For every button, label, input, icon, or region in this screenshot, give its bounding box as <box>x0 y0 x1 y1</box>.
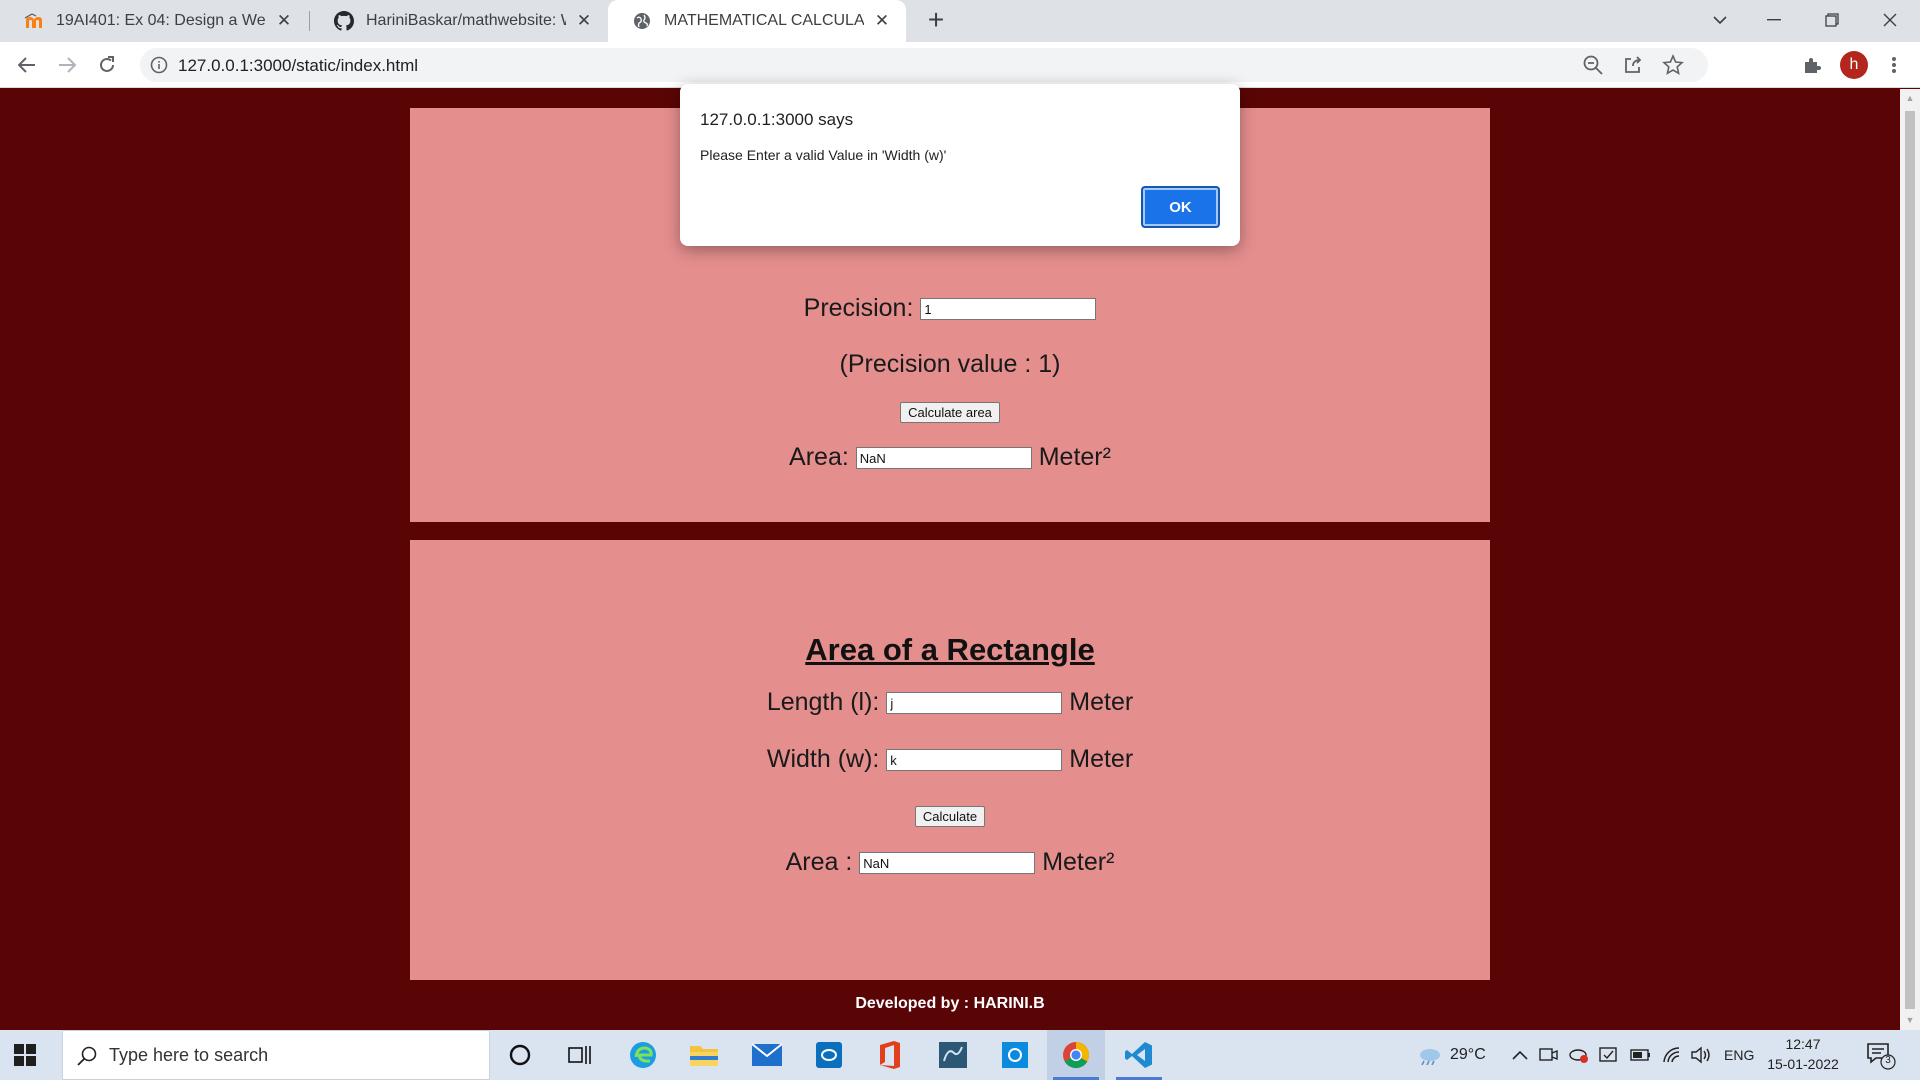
search-placeholder: Type here to search <box>109 1045 269 1065</box>
rect-area-label: Area : <box>785 848 853 876</box>
weather-widget[interactable]: 29°C <box>1416 1030 1486 1080</box>
rect-area-output[interactable]: NaN <box>859 852 1036 875</box>
taskbar-clock[interactable]: 12:47 15-01-2022 <box>1756 1034 1850 1074</box>
rect-area-unit: Meter² <box>1042 848 1115 876</box>
profile-avatar[interactable]: h <box>1840 51 1868 79</box>
area-output[interactable]: NaN <box>855 447 1032 470</box>
minimize-window-icon[interactable] <box>1750 0 1798 40</box>
calculate-row: Calculate <box>410 799 1490 828</box>
close-window-icon[interactable] <box>1866 0 1914 40</box>
width-unit: Meter <box>1069 745 1134 773</box>
language-indicator[interactable]: ENG <box>1724 1030 1754 1080</box>
close-tab-icon[interactable]: ✕ <box>274 11 294 31</box>
length-input[interactable]: j <box>886 692 1063 715</box>
taskbar-search-box[interactable]: Type here to search <box>62 1030 490 1080</box>
chrome-menu-icon[interactable] <box>1878 49 1910 81</box>
browser-tab-strip: 19AI401: Ex 04: Design a Website ✕ Harin… <box>0 0 1920 42</box>
area-label: Area: <box>789 443 849 471</box>
footer-credit: Developed by : HARINI.B <box>855 995 1045 1012</box>
url-text: 127.0.0.1:3000/static/index.html <box>178 56 419 75</box>
close-tab-icon[interactable]: ✕ <box>574 11 594 31</box>
github-icon <box>334 11 354 31</box>
task-view-icon[interactable] <box>551 1030 609 1080</box>
forward-icon[interactable] <box>51 49 83 81</box>
precision-row: Precision: 1 <box>410 294 1490 323</box>
close-tab-icon[interactable]: ✕ <box>872 11 892 31</box>
page-scrollbar[interactable]: ▲ ▼ <box>1900 89 1920 1030</box>
area-unit: Meter² <box>1038 443 1111 471</box>
zoom-icon[interactable] <box>1582 54 1604 76</box>
back-icon[interactable] <box>11 49 43 81</box>
width-input[interactable]: k <box>886 749 1063 772</box>
precision-input[interactable]: 1 <box>920 298 1097 321</box>
tab-math-calculations[interactable]: MATHEMATICAL CALCULATIONS ✕ <box>608 0 906 42</box>
rect-area-row: Area : NaN Meter² <box>410 848 1490 877</box>
width-row: Width (w): k Meter <box>410 745 1490 774</box>
notification-count: 3 <box>1885 1055 1891 1066</box>
show-hidden-icons-icon[interactable] <box>1512 1030 1528 1080</box>
bookmark-star-icon[interactable] <box>1662 53 1684 76</box>
page-title: Area of a Rectangle <box>805 632 1095 667</box>
clock-date: 15-01-2022 <box>1767 1056 1839 1072</box>
vscode-icon[interactable] <box>1110 1030 1168 1080</box>
cortana-icon[interactable] <box>491 1030 549 1080</box>
clock-time: 12:47 <box>1785 1036 1821 1052</box>
moodle-icon <box>24 11 44 31</box>
extensions-icon[interactable] <box>1796 49 1828 81</box>
dell-app-icon[interactable] <box>800 1030 858 1080</box>
browser-toolbar: 127.0.0.1:3000/static/index.html <box>0 42 1920 88</box>
area-result-row: Area: NaN Meter² <box>410 443 1490 472</box>
rectangle-heading: Area of a Rectangle <box>410 632 1490 668</box>
edge-icon[interactable] <box>614 1030 672 1080</box>
scroll-thumb[interactable] <box>1905 111 1915 1009</box>
site-info-icon[interactable] <box>150 56 168 74</box>
tab-title: 19AI401: Ex 04: Design a Website <box>56 12 266 29</box>
ok-button[interactable]: OK <box>1141 186 1220 228</box>
tab-moodle[interactable]: 19AI401: Ex 04: Design a Website ✕ <box>0 0 308 42</box>
file-explorer-icon[interactable] <box>675 1030 733 1080</box>
dialog-message: Please Enter a valid Value in 'Width (w)… <box>700 147 947 163</box>
rectangle-card: Area of a Rectangle Length (l): j Meter … <box>410 540 1490 980</box>
security-icon[interactable] <box>1598 1030 1620 1080</box>
temperature-text: 29°C <box>1450 1046 1486 1063</box>
alert-dialog: 127.0.0.1:3000 says Please Enter a valid… <box>680 84 1240 246</box>
length-row: Length (l): j Meter <box>410 688 1490 717</box>
tab-title: HariniBaskar/mathwebsite: Webp <box>366 12 566 29</box>
reload-icon[interactable] <box>91 49 123 81</box>
width-label: Width (w): <box>766 745 880 773</box>
tab-title: MATHEMATICAL CALCULATIONS <box>664 12 864 29</box>
length-unit: Meter <box>1069 688 1134 716</box>
windows-start-icon[interactable] <box>14 1044 36 1066</box>
calculate-area-row: Calculate area <box>410 395 1490 424</box>
scroll-down-icon[interactable]: ▼ <box>1905 1015 1915 1025</box>
length-label: Length (l): <box>766 688 880 716</box>
new-tab-button[interactable]: + <box>922 6 950 34</box>
chrome-taskbar-icon[interactable] <box>1047 1030 1105 1080</box>
office-icon[interactable] <box>861 1030 919 1080</box>
calculate-area-button[interactable]: Calculate area <box>900 402 1000 423</box>
calculate-button[interactable]: Calculate <box>914 806 986 827</box>
restore-window-icon[interactable] <box>1808 0 1856 40</box>
volume-icon[interactable] <box>1690 1030 1714 1080</box>
tab-search-dropdown-icon[interactable] <box>1696 0 1744 40</box>
precision-label: Precision: <box>803 294 914 322</box>
share-icon[interactable] <box>1622 54 1644 76</box>
weather-icon <box>1416 1045 1442 1065</box>
network-error-icon[interactable] <box>1568 1030 1590 1080</box>
globe-icon <box>632 11 652 31</box>
sql-server-icon[interactable] <box>924 1030 982 1080</box>
notification-center-icon[interactable]: 3 <box>1866 1042 1896 1070</box>
meet-now-icon[interactable] <box>1538 1030 1558 1080</box>
search-icon <box>75 1044 99 1068</box>
wifi-icon[interactable] <box>1662 1030 1684 1080</box>
scroll-up-icon[interactable]: ▲ <box>1905 93 1915 103</box>
battery-icon[interactable] <box>1630 1030 1652 1080</box>
dialog-title: 127.0.0.1:3000 says <box>700 110 854 129</box>
windows-taskbar: Type here to search 29°C ENG 12:47 15-01… <box>0 1030 1920 1080</box>
mail-icon[interactable] <box>738 1030 796 1080</box>
tab-github[interactable]: HariniBaskar/mathwebsite: Webp ✕ <box>310 0 608 42</box>
blue-app-icon[interactable] <box>986 1030 1044 1080</box>
address-bar[interactable]: 127.0.0.1:3000/static/index.html <box>140 48 1708 82</box>
precision-display: (Precision value : 1) <box>839 350 1061 378</box>
